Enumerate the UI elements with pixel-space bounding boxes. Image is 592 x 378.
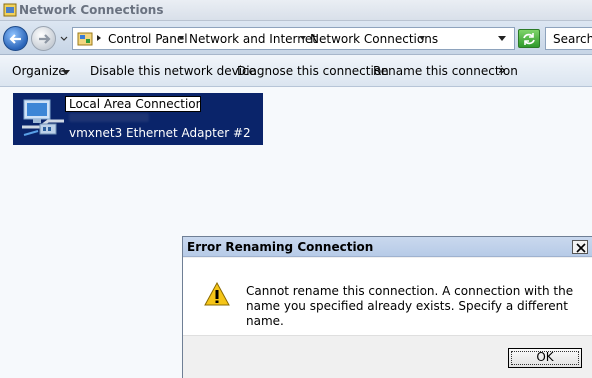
recent-pages-dropdown[interactable] xyxy=(58,30,70,46)
breadcrumb-network-and-internet[interactable]: Network and Internet xyxy=(189,32,317,46)
back-arrow-icon xyxy=(9,34,21,44)
diagnose-connection-button[interactable]: Diagnose this connection xyxy=(237,64,389,78)
back-button[interactable] xyxy=(3,26,28,51)
address-toolbar: Control Panel Network and Internet Netwo… xyxy=(0,21,592,55)
close-icon xyxy=(576,243,586,253)
network-connections-app-icon xyxy=(3,3,17,17)
organize-menu[interactable]: Organize xyxy=(12,64,66,78)
command-bar: Organize Disable this network device Dia… xyxy=(0,55,592,87)
address-bar[interactable]: Control Panel Network and Internet Netwo… xyxy=(72,27,515,50)
search-input[interactable]: Search N xyxy=(545,27,592,50)
dialog-titlebar: Error Renaming Connection xyxy=(183,237,592,257)
crumb-separator[interactable] xyxy=(97,35,101,41)
crumb-dropdown[interactable] xyxy=(178,36,184,40)
forward-arrow-icon xyxy=(39,34,51,44)
address-history-dropdown[interactable] xyxy=(498,36,506,41)
window-title: Network Connections xyxy=(19,3,164,17)
connection-name-input[interactable]: Local Area Connection xyxy=(65,96,201,112)
refresh-icon xyxy=(523,33,535,45)
dialog-message: Cannot rename this connection. A connect… xyxy=(246,284,574,328)
network-adapter-icon xyxy=(22,99,64,136)
ok-button[interactable]: OK xyxy=(508,348,582,368)
dialog-title: Error Renaming Connection xyxy=(187,240,374,254)
disable-device-button[interactable]: Disable this network device xyxy=(90,64,256,78)
connection-status-blurred xyxy=(69,113,149,122)
search-placeholder: Search N xyxy=(553,32,592,46)
warning-icon xyxy=(204,282,230,306)
breadcrumb-control-panel[interactable]: Control Panel xyxy=(108,32,188,46)
window-titlebar: Network Connections xyxy=(0,0,592,21)
error-dialog: Error Renaming Connection Cannot rename … xyxy=(182,236,592,378)
dialog-footer: OK xyxy=(183,335,592,378)
refresh-button[interactable] xyxy=(518,29,540,48)
connection-adapter-name: vmxnet3 Ethernet Adapter #2 xyxy=(69,126,251,140)
more-commands-button[interactable]: » xyxy=(498,63,506,77)
rename-connection-button[interactable]: Rename this connection xyxy=(373,64,518,78)
dialog-close-button[interactable] xyxy=(572,240,588,254)
organize-dropdown-arrow[interactable] xyxy=(62,70,70,75)
forward-button[interactable] xyxy=(31,26,56,51)
connection-item-local-area[interactable]: Local Area Connection vmxnet3 Ethernet A… xyxy=(13,93,263,145)
crumb-dropdown[interactable] xyxy=(300,36,306,40)
crumb-dropdown[interactable] xyxy=(419,36,425,40)
control-panel-icon xyxy=(77,32,93,46)
dialog-body: Cannot rename this connection. A connect… xyxy=(183,258,592,335)
